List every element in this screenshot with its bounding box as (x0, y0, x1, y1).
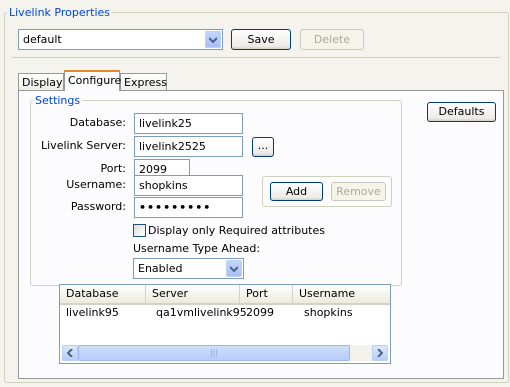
column-port[interactable]: Port (240, 285, 293, 303)
horizontal-scrollbar[interactable]: ||| (62, 345, 388, 361)
browse-server-button[interactable]: ... (252, 137, 274, 157)
cell-username: shopkins (304, 306, 353, 319)
defaults-button[interactable]: Defaults (427, 102, 496, 122)
delete-button[interactable]: Delete (300, 29, 364, 50)
settings-legend: Settings (35, 94, 81, 107)
save-button[interactable]: Save (231, 29, 291, 50)
cell-database: livelink95 (66, 306, 119, 319)
livelink-server-field[interactable]: livelink2525 (134, 136, 243, 157)
livelink-server-label: Livelink Server: (41, 139, 126, 152)
required-only-label: Display only Required attributes (148, 224, 325, 237)
add-button[interactable]: Add (270, 182, 323, 201)
separator (12, 57, 500, 58)
column-server[interactable]: Server (146, 285, 240, 303)
tab-configure[interactable]: Configure (64, 70, 121, 91)
livelink-properties-title: Livelink Properties (9, 6, 111, 19)
scroll-thumb[interactable]: ||| (78, 345, 350, 361)
chevron-left-icon (67, 349, 73, 357)
scroll-right-button[interactable] (372, 345, 388, 361)
profile-select[interactable]: default (18, 29, 223, 50)
chevron-down-icon[interactable] (226, 260, 242, 277)
chevron-right-icon (377, 349, 383, 357)
cell-port: 2099 (246, 306, 274, 319)
tab-express[interactable]: Express (120, 73, 167, 91)
table-row[interactable]: livelink95 qa1vmlivelink95 2099 shopkins (60, 305, 390, 321)
cell-server: qa1vmlivelink95 (156, 306, 247, 319)
password-label: Password: (70, 200, 126, 213)
password-field[interactable]: ••••••••• (134, 197, 243, 218)
database-field[interactable]: livelink25 (134, 113, 243, 134)
database-label: Database: (69, 116, 126, 129)
type-ahead-label: Username Type Ahead: (133, 242, 261, 255)
column-username[interactable]: Username (293, 285, 390, 303)
type-ahead-select[interactable]: Enabled (133, 258, 244, 279)
username-field[interactable]: shopkins (134, 175, 243, 196)
tab-display[interactable]: Display (18, 73, 64, 91)
type-ahead-value: Enabled (138, 262, 183, 275)
connections-list: Database Server Port Username livelink95… (59, 284, 391, 364)
remove-button[interactable]: Remove (331, 182, 386, 201)
username-label: Username: (66, 178, 126, 191)
scroll-left-button[interactable] (62, 345, 78, 361)
profile-select-value: default (23, 33, 62, 46)
required-only-checkbox[interactable] (133, 224, 146, 237)
port-label: Port: (100, 162, 126, 175)
tab-strip: Display Configure Express (18, 70, 218, 91)
column-database[interactable]: Database (60, 285, 146, 303)
chevron-down-icon[interactable] (205, 31, 221, 48)
list-header: Database Server Port Username (60, 285, 390, 305)
